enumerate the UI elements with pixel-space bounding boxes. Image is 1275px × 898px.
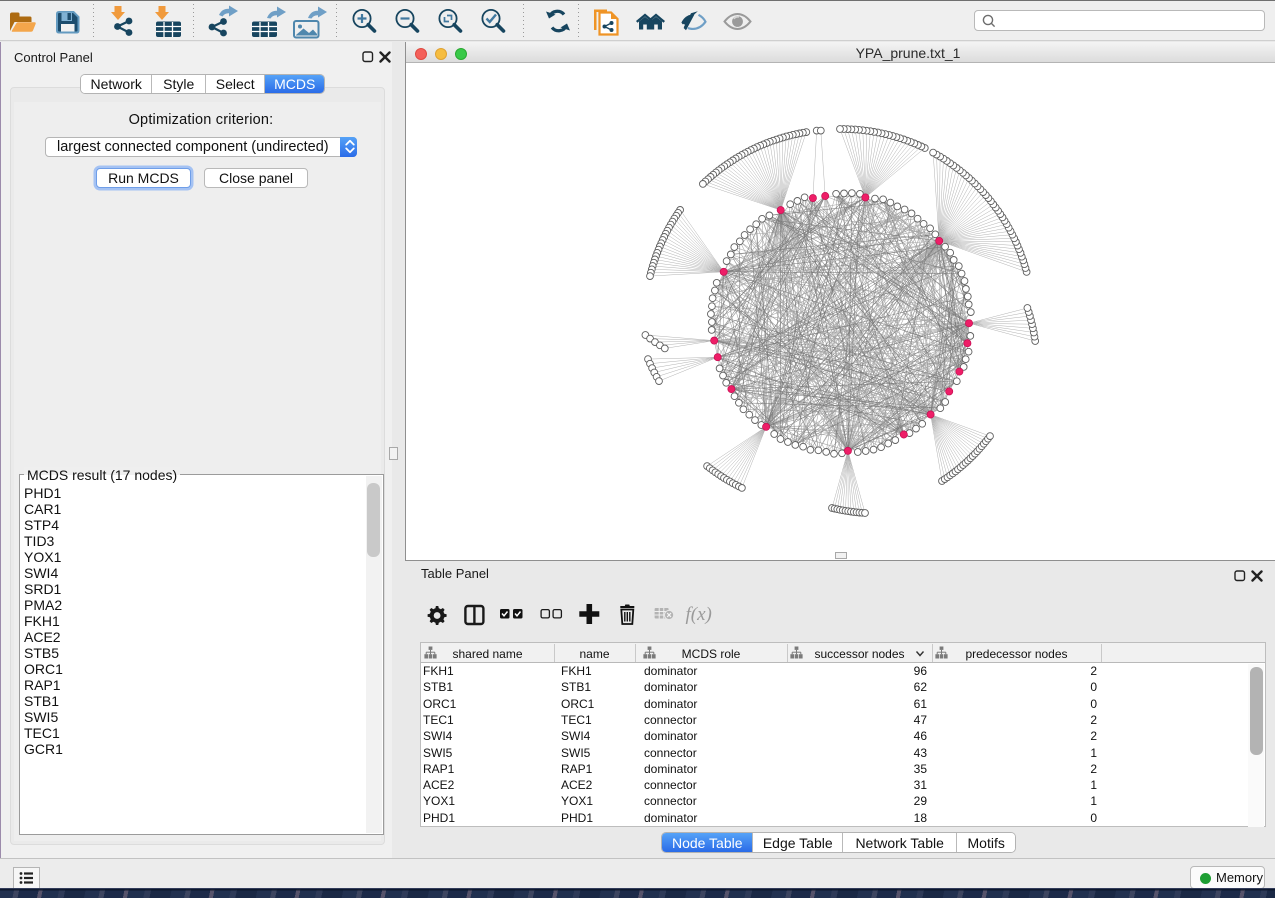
- svg-text:f(x): f(x): [686, 604, 712, 625]
